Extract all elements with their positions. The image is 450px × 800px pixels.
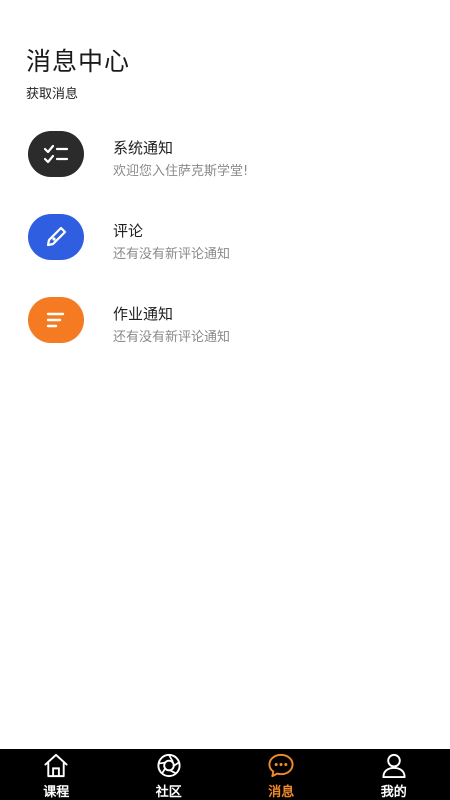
tab-label: 消息 — [268, 785, 295, 800]
home-icon — [44, 753, 68, 778]
message-item-homework[interactable]: 作业通知 还有没有新评论通知 — [0, 291, 450, 374]
message-desc: 欢迎您入住萨克斯学堂! — [113, 164, 249, 179]
message-item-system[interactable]: 系统通知 欢迎您入住萨克斯学堂! — [0, 125, 450, 208]
message-title: 作业通知 — [113, 305, 174, 323]
message-title: 系统通知 — [113, 139, 174, 157]
tab-label: 课程 — [43, 785, 70, 800]
message-list: 系统通知 欢迎您入住萨克斯学堂! 评论 还有没有新评论通知 作业通知 还有没有新… — [0, 125, 450, 374]
message-item-comment[interactable]: 评论 还有没有新评论通知 — [0, 208, 450, 291]
checklist-icon — [28, 131, 84, 177]
person-icon — [382, 753, 406, 779]
tab-messages[interactable]: 消息 — [225, 749, 338, 800]
page-subtitle: 获取消息 — [26, 87, 79, 102]
pen-icon — [28, 214, 84, 260]
message-title: 评论 — [113, 222, 144, 240]
aperture-icon — [157, 753, 181, 778]
message-desc: 还有没有新评论通知 — [113, 330, 231, 345]
tab-label: 社区 — [155, 785, 182, 800]
chat-bubble-icon — [268, 753, 294, 778]
bottom-tab-bar: 课程 社区 消息 我的 — [0, 749, 450, 800]
tab-profile[interactable]: 我的 — [338, 749, 450, 800]
page-title: 消息中心 — [26, 47, 131, 76]
tab-community[interactable]: 社区 — [113, 749, 226, 800]
tab-label: 我的 — [380, 785, 407, 800]
lines-icon — [28, 297, 84, 343]
tab-course[interactable]: 课程 — [0, 749, 113, 800]
message-desc: 还有没有新评论通知 — [113, 247, 231, 262]
